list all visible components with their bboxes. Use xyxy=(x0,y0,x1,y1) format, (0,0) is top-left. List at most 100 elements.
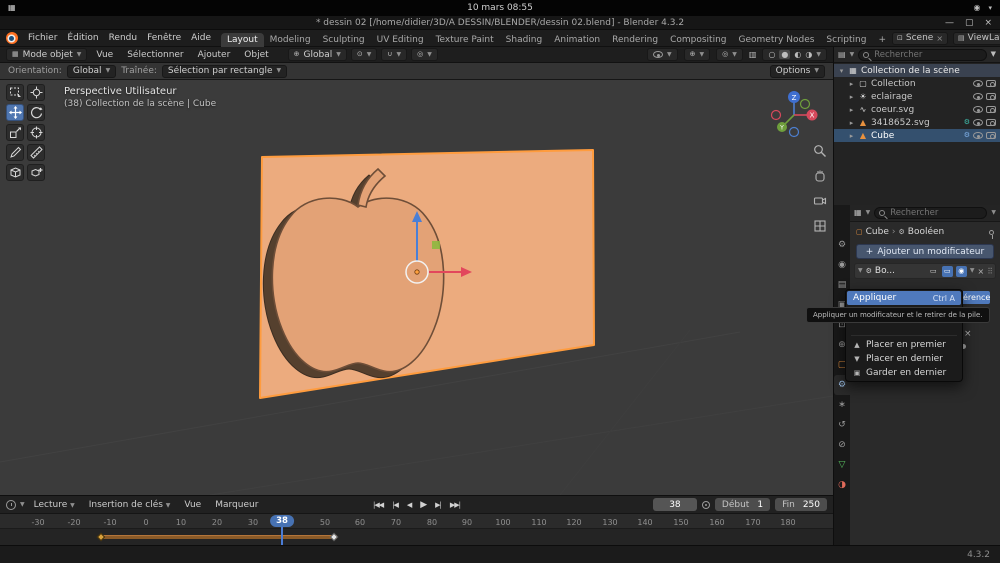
menu-lecture[interactable]: Lecture ▼ xyxy=(29,499,80,511)
panel-close-icon[interactable]: × xyxy=(964,329,972,339)
menu-ajouter[interactable]: Ajouter xyxy=(193,49,236,61)
visibility-toggle[interactable]: ▼ xyxy=(647,48,678,61)
frame-end-field[interactable]: Fin 250 xyxy=(775,498,827,511)
camera-icon[interactable] xyxy=(986,119,996,126)
next-keyframe-button[interactable]: ▶| xyxy=(433,500,443,510)
play-button[interactable]: ▶ xyxy=(418,499,428,511)
tab-material-icon[interactable]: ◑ xyxy=(834,475,850,495)
prev-keyframe-button[interactable]: |◀ xyxy=(390,500,400,510)
modifier-panel-header[interactable]: ▼ ⚙ Bo... ▭ ▭ ◉ ▼ × ⠿ xyxy=(854,263,996,279)
outliner-row-coeur-svg[interactable]: ▸ ∿ coeur.svg xyxy=(834,103,1000,116)
viewport-canvas[interactable] xyxy=(0,80,833,495)
navigation-gizmo[interactable]: Z X Y xyxy=(767,86,821,143)
menu-item-place-last[interactable]: ▼ Placer en dernier xyxy=(847,352,961,366)
menu-rendu[interactable]: Rendu xyxy=(104,32,143,44)
realtime-display-toggle[interactable]: ▭ xyxy=(942,266,953,277)
scene-selector[interactable]: ⊡ Scene × xyxy=(892,32,948,45)
outliner-row-eclairage[interactable]: ▸ ☀ eclairage xyxy=(834,90,1000,103)
add-modifier-button[interactable]: + Ajouter un modificateur xyxy=(856,244,994,259)
tab-modeling[interactable]: Modeling xyxy=(264,33,317,47)
shading-rendered-icon[interactable]: ◑ xyxy=(805,50,812,59)
editmode-display-toggle[interactable]: ▭ xyxy=(928,266,939,277)
menu-item-keep-last[interactable]: ▣ Garder en dernier xyxy=(847,366,961,380)
frame-start-field[interactable]: Début 1 xyxy=(715,498,770,511)
outliner-editor-icon[interactable]: ▤ xyxy=(838,51,846,59)
menu-fichier[interactable]: Fichier xyxy=(23,32,62,44)
zoom-icon[interactable] xyxy=(811,142,829,160)
properties-search-input[interactable] xyxy=(874,207,987,219)
shading-material-icon[interactable]: ◐ xyxy=(794,50,801,59)
jump-start-button[interactable]: |◀◀ xyxy=(371,500,385,510)
drag-dropdown[interactable]: Sélection par rectangle ▼ xyxy=(162,65,287,78)
eye-icon[interactable] xyxy=(973,106,983,113)
drag-handle-icon[interactable]: ⠿ xyxy=(987,267,992,276)
camera-icon[interactable] xyxy=(986,80,996,87)
disclosure-icon[interactable]: ▸ xyxy=(848,80,855,88)
add-workspace-button[interactable]: + xyxy=(872,33,892,47)
tab-render-icon[interactable]: ◉ xyxy=(834,255,850,275)
extras-tool[interactable] xyxy=(27,164,45,181)
tab-object-data-icon[interactable]: ▽ xyxy=(834,455,850,475)
cursor-tool[interactable] xyxy=(27,84,45,101)
tab-texture-paint[interactable]: Texture Paint xyxy=(430,33,500,47)
rotate-tool[interactable] xyxy=(27,104,45,121)
camera-view-icon[interactable] xyxy=(811,192,829,210)
outliner-row-cube[interactable]: ▸ ▲ Cube ⚙ xyxy=(834,129,1000,142)
eye-icon[interactable] xyxy=(973,80,983,87)
close-button[interactable]: × xyxy=(984,18,992,28)
outliner-row-scene-collection[interactable]: ▾ ▦ Collection de la scène xyxy=(834,64,1000,77)
playhead-frame-badge[interactable]: 38 xyxy=(270,515,294,527)
move-tool[interactable] xyxy=(6,104,24,121)
eye-icon[interactable] xyxy=(973,93,983,100)
breadcrumb-object[interactable]: Cube xyxy=(866,227,889,237)
tab-scripting[interactable]: Scripting xyxy=(820,33,872,47)
eye-icon[interactable] xyxy=(973,119,983,126)
disclosure-icon[interactable]: ▾ xyxy=(838,67,845,75)
tab-particles-icon[interactable]: ∗ xyxy=(834,395,850,415)
menu-insertion-cles[interactable]: Insertion de clés ▼ xyxy=(84,499,176,511)
menu-edition[interactable]: Édition xyxy=(62,32,103,44)
current-frame-field[interactable]: 38 xyxy=(653,498,697,511)
maximize-button[interactable]: ▢ xyxy=(965,18,974,28)
tab-sculpting[interactable]: Sculpting xyxy=(317,33,371,47)
camera-icon[interactable] xyxy=(986,132,996,139)
unlink-scene-icon[interactable]: × xyxy=(936,34,943,43)
delete-modifier-icon[interactable]: × xyxy=(977,267,984,276)
options-dropdown[interactable]: Options ▼ xyxy=(770,65,825,78)
annotate-tool[interactable] xyxy=(6,144,24,161)
transform-orientation-selector[interactable]: ⊕ Global ▼ xyxy=(288,48,347,61)
eye-icon[interactable] xyxy=(973,132,983,139)
render-display-toggle[interactable]: ◉ xyxy=(956,266,967,277)
select-box-tool[interactable] xyxy=(6,84,24,101)
screenshot-icon[interactable]: ◉ xyxy=(974,4,981,12)
menu-fenetre[interactable]: Fenêtre xyxy=(142,32,186,44)
pin-icon[interactable] xyxy=(989,230,994,235)
pivot-point-selector[interactable]: ⊙ ▼ xyxy=(351,48,378,61)
tab-constraints-icon[interactable]: ⊘ xyxy=(834,435,850,455)
timeline-tracks[interactable] xyxy=(0,529,833,545)
system-tray-chevron-icon[interactable]: ▾ xyxy=(988,5,992,12)
minimize-button[interactable]: — xyxy=(945,18,954,28)
menu-vue-timeline[interactable]: Vue xyxy=(179,499,206,511)
tab-shading[interactable]: Shading xyxy=(500,33,549,47)
tab-compositing[interactable]: Compositing xyxy=(664,33,732,47)
play-reverse-button[interactable]: ◀ xyxy=(405,500,413,510)
outliner-row-collection[interactable]: ▸ ▢ Collection xyxy=(834,77,1000,90)
proportional-edit-selector[interactable]: ◎ ▼ xyxy=(411,48,438,61)
modifier-name-field[interactable]: Bo... xyxy=(875,266,925,276)
viewlayer-selector[interactable]: ▤ ViewLayer × xyxy=(953,32,1000,45)
transform-tool[interactable] xyxy=(27,124,45,141)
mode-selector[interactable]: ▦ Mode objet ▼ xyxy=(6,48,87,61)
menu-selectionner[interactable]: Sélectionner xyxy=(122,49,188,61)
tab-tool-icon[interactable]: ⚙ xyxy=(834,235,850,255)
auto-key-icon[interactable] xyxy=(702,501,710,509)
timeline-ruler[interactable]: -30 -20 -10 0 10 20 30 40 50 60 70 80 90… xyxy=(0,514,833,529)
disclosure-icon[interactable]: ▸ xyxy=(848,132,855,140)
menu-aide[interactable]: Aide xyxy=(186,32,216,44)
measure-tool[interactable] xyxy=(27,144,45,161)
disclosure-icon[interactable]: ▸ xyxy=(848,106,855,114)
tab-physics-icon[interactable]: ↺ xyxy=(834,415,850,435)
scale-tool[interactable] xyxy=(6,124,24,141)
breadcrumb-modifier[interactable]: Booléen xyxy=(908,227,944,237)
add-cube-tool[interactable] xyxy=(6,164,24,181)
